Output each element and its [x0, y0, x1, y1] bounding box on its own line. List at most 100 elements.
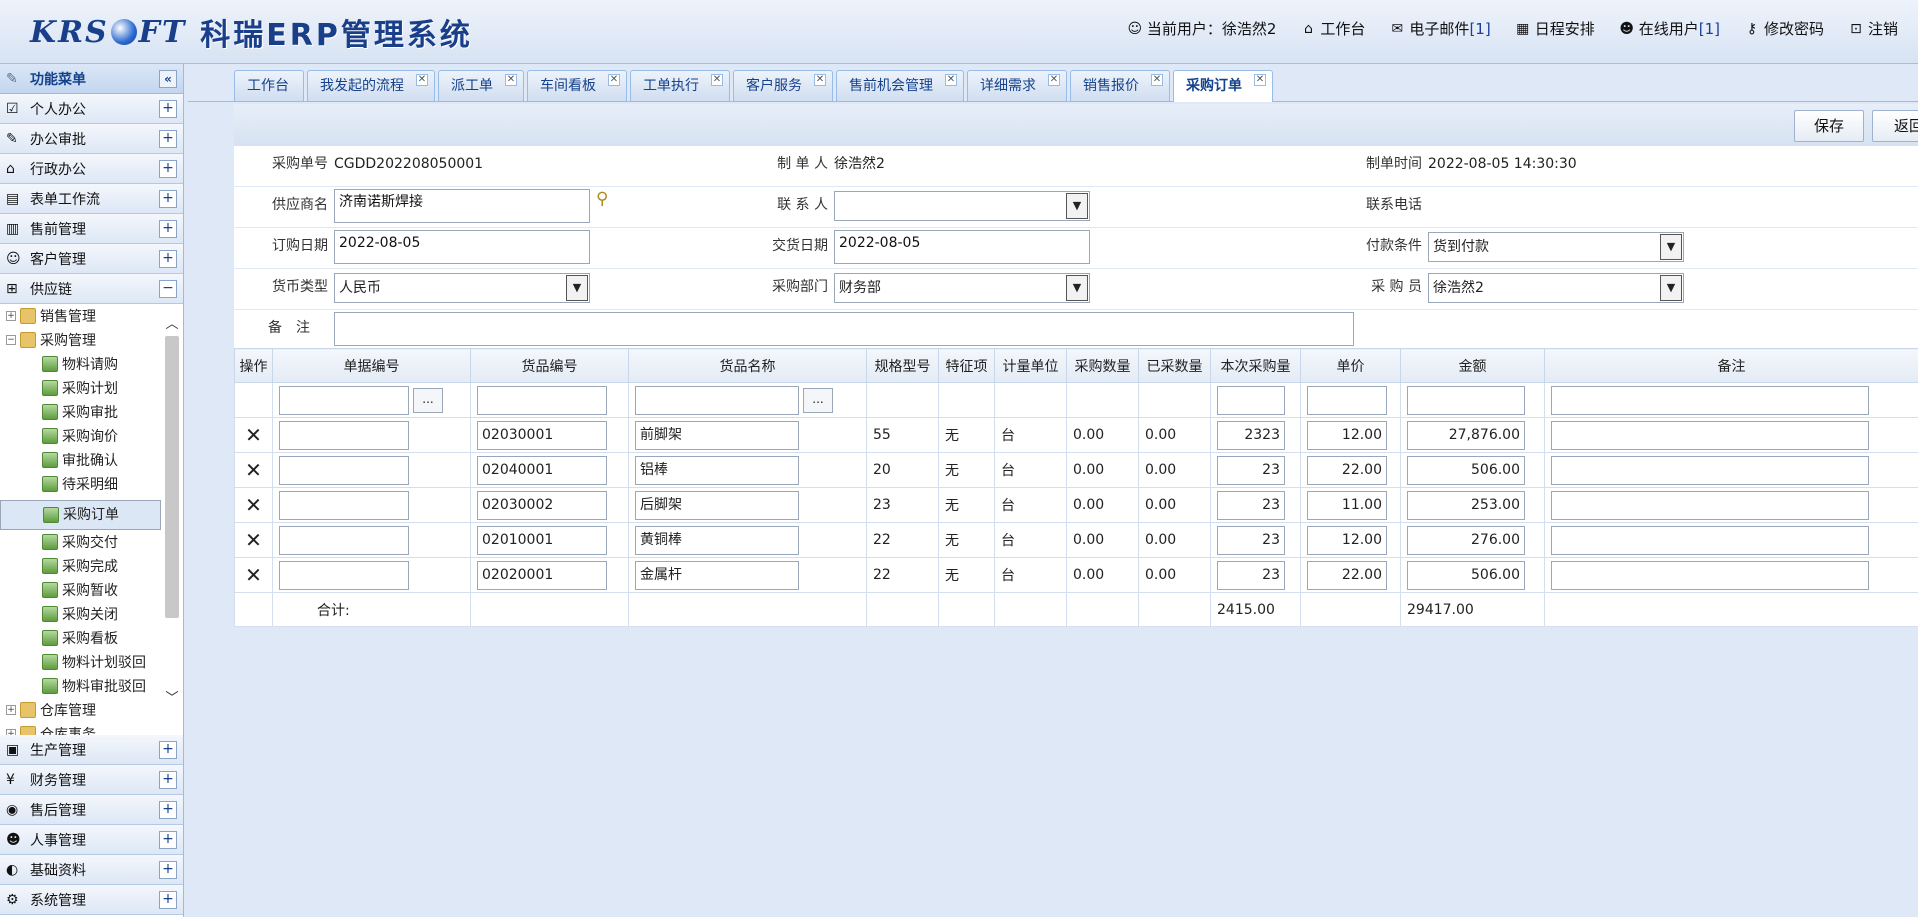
top-link-home[interactable]: ⌂ 工作台	[1300, 18, 1365, 39]
tab-详细需求[interactable]: 详细需求 ✕	[967, 70, 1067, 101]
current-qty-input[interactable]	[1217, 385, 1285, 415]
note-input[interactable]	[1551, 525, 1869, 555]
collapse-icon[interactable]: −	[159, 280, 177, 298]
scroll-thumb[interactable]	[165, 336, 179, 618]
search-icon[interactable]: ⚲	[596, 189, 608, 209]
tree-item[interactable]: 采购完成	[0, 554, 183, 578]
delivery-date-input[interactable]: 2022-08-05	[834, 230, 1090, 264]
price-input[interactable]: 12.00	[1307, 525, 1387, 555]
expand-icon[interactable]: +	[159, 741, 177, 759]
chevron-down-icon[interactable]: ▼	[566, 275, 588, 301]
tree-item[interactable]: 采购看板	[0, 626, 183, 650]
dept-select[interactable]: 财务部 ▼	[834, 273, 1090, 303]
browse-item-button[interactable]: ...	[803, 387, 833, 413]
tab-采购订单[interactable]: 采购订单 ✕	[1173, 70, 1273, 102]
chevron-down-icon[interactable]: ▼	[1660, 234, 1682, 260]
close-tab-icon[interactable]: ✕	[1254, 74, 1266, 86]
sidebar-section-aftersales[interactable]: ◉ 售后管理 +	[0, 795, 183, 825]
item-name-input[interactable]: 铝棒	[635, 455, 799, 485]
sidebar-section-hr[interactable]: ☻ 人事管理 +	[0, 825, 183, 855]
delete-row-icon[interactable]: ✕	[234, 452, 273, 488]
close-tab-icon[interactable]: ✕	[1048, 74, 1060, 86]
current-qty-input[interactable]: 23	[1217, 525, 1285, 555]
note-input[interactable]	[1551, 560, 1869, 590]
tree-item[interactable]: + 仓库管理	[0, 698, 183, 722]
expand-icon[interactable]: +	[159, 801, 177, 819]
remark-input[interactable]	[334, 312, 1354, 346]
expand-icon[interactable]: +	[159, 130, 177, 148]
scroll-up-icon[interactable]: ︿	[163, 316, 181, 334]
chevron-down-icon[interactable]: ▼	[1660, 275, 1682, 301]
tree-expand-icon[interactable]: +	[6, 311, 16, 321]
scroll-down-icon[interactable]: ﹀	[163, 690, 181, 708]
amount-input[interactable]: 506.00	[1407, 560, 1525, 590]
tree-item[interactable]: 采购审批	[0, 400, 183, 424]
top-link-users[interactable]: ☻ 在线用户 [1]	[1619, 18, 1720, 39]
sidebar-section-personal-office[interactable]: ☑ 个人办公 +	[0, 94, 183, 124]
current-qty-input[interactable]: 2323	[1217, 420, 1285, 450]
browse-doc-button[interactable]: ...	[413, 387, 443, 413]
buyer-select[interactable]: 徐浩然2 ▼	[1428, 273, 1684, 303]
doc-no-input[interactable]	[279, 560, 409, 590]
tree-item[interactable]: 采购计划	[0, 376, 183, 400]
price-input[interactable]: 12.00	[1307, 420, 1387, 450]
price-input[interactable]: 11.00	[1307, 490, 1387, 520]
tree-item[interactable]: + 仓库事务	[0, 722, 183, 735]
note-input[interactable]	[1551, 420, 1869, 450]
close-tab-icon[interactable]: ✕	[814, 74, 826, 86]
currency-select[interactable]: 人民币 ▼	[334, 273, 590, 303]
amount-input[interactable]: 276.00	[1407, 525, 1525, 555]
sidebar-section-workflow[interactable]: ▤ 表单工作流 +	[0, 184, 183, 214]
price-input[interactable]: 22.00	[1307, 455, 1387, 485]
item-code-input[interactable]: 02040001	[477, 455, 607, 485]
order-date-input[interactable]: 2022-08-05	[334, 230, 590, 264]
expand-icon[interactable]: +	[159, 861, 177, 879]
supplier-input[interactable]: 济南诺斯焊接	[334, 189, 590, 223]
price-input[interactable]: 22.00	[1307, 560, 1387, 590]
sidebar-section-presales[interactable]: ▥ 售前管理 +	[0, 214, 183, 244]
doc-no-input[interactable]	[279, 455, 409, 485]
close-tab-icon[interactable]: ✕	[416, 74, 428, 86]
top-link-mail[interactable]: ✉ 电子邮件 [1]	[1389, 18, 1491, 39]
item-name-input[interactable]: 黄铜棒	[635, 525, 799, 555]
close-tab-icon[interactable]: ✕	[505, 74, 517, 86]
collapse-sidebar-button[interactable]: «	[159, 70, 177, 88]
expand-icon[interactable]: +	[159, 771, 177, 789]
tab-工作台[interactable]: 工作台	[234, 70, 304, 101]
item-name-input[interactable]: 后脚架	[635, 490, 799, 520]
tree-item[interactable]: 物料计划驳回	[0, 650, 183, 674]
expand-icon[interactable]: +	[159, 190, 177, 208]
doc-no-input[interactable]	[279, 525, 409, 555]
close-tab-icon[interactable]: ✕	[1151, 74, 1163, 86]
top-link-key[interactable]: ⚷ 修改密码	[1744, 18, 1824, 39]
sidebar-section-supply-chain[interactable]: ⊞ 供应链 −	[0, 274, 183, 304]
doc-no-input[interactable]	[279, 490, 409, 520]
tab-客户服务[interactable]: 客户服务 ✕	[733, 70, 833, 101]
tree-item[interactable]: 物料请购	[0, 352, 183, 376]
tab-我发起的流程[interactable]: 我发起的流程 ✕	[307, 70, 435, 101]
payment-select[interactable]: 货到付款 ▼	[1428, 232, 1684, 262]
expand-icon[interactable]: +	[159, 160, 177, 178]
doc-no-input[interactable]	[279, 385, 409, 415]
item-name-input[interactable]	[635, 385, 799, 415]
close-tab-icon[interactable]: ✕	[711, 74, 723, 86]
tree-item[interactable]: 采购关闭	[0, 602, 183, 626]
sidebar-section-approval[interactable]: ✎ 办公审批 +	[0, 124, 183, 154]
sidebar-section-admin-office[interactable]: ⌂ 行政办公 +	[0, 154, 183, 184]
tree-expand-icon[interactable]: +	[6, 705, 16, 715]
item-code-input[interactable]: 02020001	[477, 560, 607, 590]
save-button[interactable]: 保存	[1794, 110, 1864, 142]
chevron-down-icon[interactable]: ▼	[1066, 193, 1088, 219]
tree-item[interactable]: 采购订单	[0, 500, 161, 530]
top-link-lock[interactable]: ⊡ 注销	[1848, 18, 1898, 39]
tree-scrollbar[interactable]: ︿ ﹀	[163, 316, 181, 726]
current-qty-input[interactable]: 23	[1217, 455, 1285, 485]
tree-item[interactable]: 采购询价	[0, 424, 183, 448]
tree-item[interactable]: 待采明细	[0, 472, 183, 496]
expand-icon[interactable]: +	[159, 831, 177, 849]
item-name-input[interactable]: 前脚架	[635, 420, 799, 450]
delete-row-icon[interactable]: ✕	[234, 417, 273, 453]
contact-select[interactable]: ▼	[834, 191, 1090, 221]
expand-icon[interactable]: +	[159, 250, 177, 268]
doc-no-input[interactable]	[279, 420, 409, 450]
